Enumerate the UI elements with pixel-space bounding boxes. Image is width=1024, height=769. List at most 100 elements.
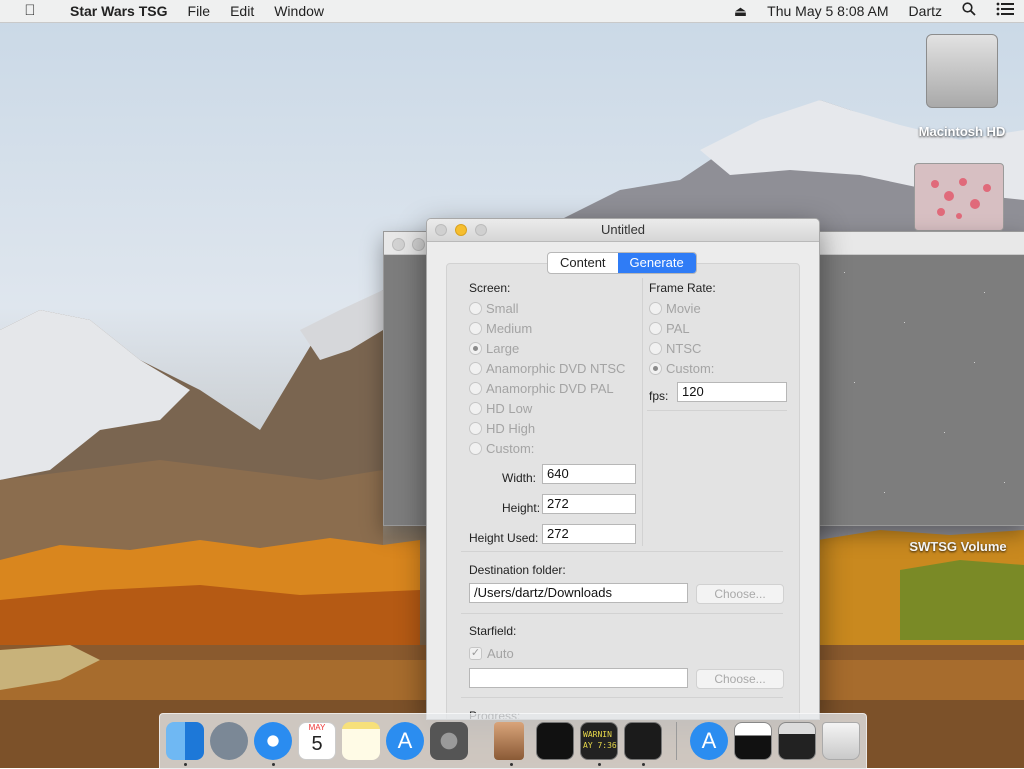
- swtsg-volume-label[interactable]: SWTSG Volume: [900, 539, 1016, 554]
- launchpad-icon[interactable]: [210, 722, 248, 760]
- running-indicator: [272, 763, 275, 766]
- finder-icon[interactable]: [166, 722, 204, 760]
- script-editor-icon[interactable]: [624, 722, 662, 760]
- radio-icon: [649, 302, 662, 315]
- notes-icon[interactable]: [342, 722, 380, 760]
- running-indicator: [184, 763, 187, 766]
- dock-divider: [676, 722, 677, 760]
- generate-window[interactable]: Untitled Content Generate Screen: Small …: [426, 218, 820, 720]
- radio-icon: [469, 322, 482, 335]
- radio-label: Medium: [486, 321, 533, 336]
- tab-content[interactable]: Content: [548, 253, 618, 273]
- radio-label: HD Low: [486, 401, 533, 416]
- height-used-field[interactable]: 272: [542, 524, 636, 544]
- hard-drive-icon: [926, 34, 998, 108]
- section-divider: [461, 551, 783, 552]
- frame-rate-option-ntsc[interactable]: NTSC: [649, 341, 701, 356]
- zoom-button-icon[interactable]: [475, 224, 487, 236]
- fps-label: fps:: [649, 389, 669, 403]
- app-store-downloads-icon[interactable]: A: [690, 722, 728, 760]
- radio-label: Custom:: [666, 361, 715, 376]
- radio-label: HD High: [486, 421, 536, 436]
- frame-rate-divider: [647, 410, 787, 411]
- width-field[interactable]: 640: [542, 464, 636, 484]
- apple-menu-icon[interactable]: : [0, 0, 60, 22]
- destination-choose-button[interactable]: Choose...: [696, 584, 784, 604]
- starfield-choose-button[interactable]: Choose...: [696, 669, 784, 689]
- screen-option-large[interactable]: Large: [469, 341, 519, 356]
- screen-option-anamorphic-ntsc[interactable]: Anamorphic DVD NTSC: [469, 361, 625, 376]
- width-label: Width:: [502, 471, 537, 485]
- generate-panel: Screen: Small Medium Large Anamorphic DV…: [446, 263, 800, 719]
- close-icon[interactable]: [392, 238, 405, 251]
- radio-icon: [649, 322, 662, 335]
- radio-label: Anamorphic DVD NTSC: [486, 361, 626, 376]
- height-label: Height:: [502, 501, 541, 515]
- app-menu[interactable]: Star Wars TSG: [60, 0, 178, 22]
- calendar-month: MAY: [308, 723, 326, 732]
- minimize-button-icon[interactable]: [455, 224, 467, 236]
- eject-icon[interactable]: ⏏: [724, 0, 757, 22]
- clock[interactable]: Thu May 5 8:08 AM: [757, 0, 898, 22]
- radio-label: PAL: [666, 321, 690, 336]
- console-icon[interactable]: WARNIN AY 7:36: [580, 722, 618, 760]
- section-divider: [461, 697, 783, 698]
- notification-center-icon[interactable]: [986, 0, 1024, 22]
- checkbox-checked-icon: ✓: [469, 647, 482, 660]
- folder-icon[interactable]: [734, 722, 772, 760]
- macintosh-hd-item[interactable]: Macintosh HD: [912, 34, 1012, 139]
- system-preferences-icon[interactable]: [430, 722, 468, 760]
- destination-folder-field[interactable]: /Users/dartz/Downloads: [469, 583, 688, 603]
- radio-label: Small: [486, 301, 519, 316]
- fps-field[interactable]: 120: [677, 382, 787, 402]
- frame-rate-option-custom[interactable]: Custom:: [649, 361, 714, 376]
- checkbox-label: Auto: [487, 646, 514, 661]
- starfield-path-field[interactable]: [469, 668, 688, 688]
- exec-icon[interactable]: [536, 722, 574, 760]
- app-store-icon[interactable]: A: [386, 722, 424, 760]
- star-wars-tsg-icon[interactable]: [494, 722, 524, 760]
- window-title: Untitled: [600, 222, 646, 237]
- tab-control: Content Generate: [547, 252, 697, 274]
- frame-rate-option-pal[interactable]: PAL: [649, 321, 690, 336]
- user-menu[interactable]: Dartz: [899, 0, 952, 22]
- starfield-label: Starfield:: [469, 624, 517, 638]
- screen-option-medium[interactable]: Medium: [469, 321, 532, 336]
- starfield-auto-checkbox[interactable]: ✓ Auto: [469, 646, 514, 661]
- tab-generate[interactable]: Generate: [617, 253, 696, 273]
- menu-bar:  Star Wars TSG File Edit Window ⏏ Thu M…: [0, 0, 1024, 23]
- close-button-icon[interactable]: [435, 224, 447, 236]
- radio-label: NTSC: [666, 341, 702, 356]
- screen-option-anamorphic-pal[interactable]: Anamorphic DVD PAL: [469, 381, 614, 396]
- macintosh-hd-label: Macintosh HD: [918, 124, 1006, 139]
- radio-label: Large: [486, 341, 520, 356]
- file-menu[interactable]: File: [178, 0, 221, 22]
- window-titlebar[interactable]: Untitled: [427, 219, 819, 242]
- radio-label: Custom:: [486, 441, 535, 456]
- screen-option-hd-high[interactable]: HD High: [469, 421, 535, 436]
- screen-option-custom[interactable]: Custom:: [469, 441, 534, 456]
- screen-label: Screen:: [469, 281, 511, 295]
- frame-rate-label: Frame Rate:: [649, 281, 716, 295]
- radio-icon: [469, 402, 482, 415]
- height-field[interactable]: 272: [542, 494, 636, 514]
- spotlight-search-icon[interactable]: [952, 0, 986, 22]
- window-menu[interactable]: Window: [264, 0, 334, 22]
- edit-menu[interactable]: Edit: [220, 0, 264, 22]
- running-indicator: [598, 763, 601, 766]
- calendar-day: 5: [311, 733, 323, 755]
- height-used-label: Height Used:: [469, 531, 539, 545]
- display-icon[interactable]: [778, 722, 816, 760]
- disk-image-icon[interactable]: [914, 163, 1004, 231]
- safari-icon[interactable]: [254, 722, 292, 760]
- frame-rate-option-movie[interactable]: Movie: [649, 301, 701, 316]
- calendar-icon[interactable]: MAY 5: [298, 722, 336, 760]
- screen-option-small[interactable]: Small: [469, 301, 519, 316]
- minimize-icon[interactable]: [412, 238, 425, 251]
- radio-icon: [469, 442, 482, 455]
- screen-option-hd-low[interactable]: HD Low: [469, 401, 532, 416]
- running-indicator: [510, 763, 513, 766]
- column-divider: [642, 278, 643, 546]
- trash-icon[interactable]: [822, 722, 860, 760]
- destination-folder-label: Destination folder:: [469, 563, 566, 577]
